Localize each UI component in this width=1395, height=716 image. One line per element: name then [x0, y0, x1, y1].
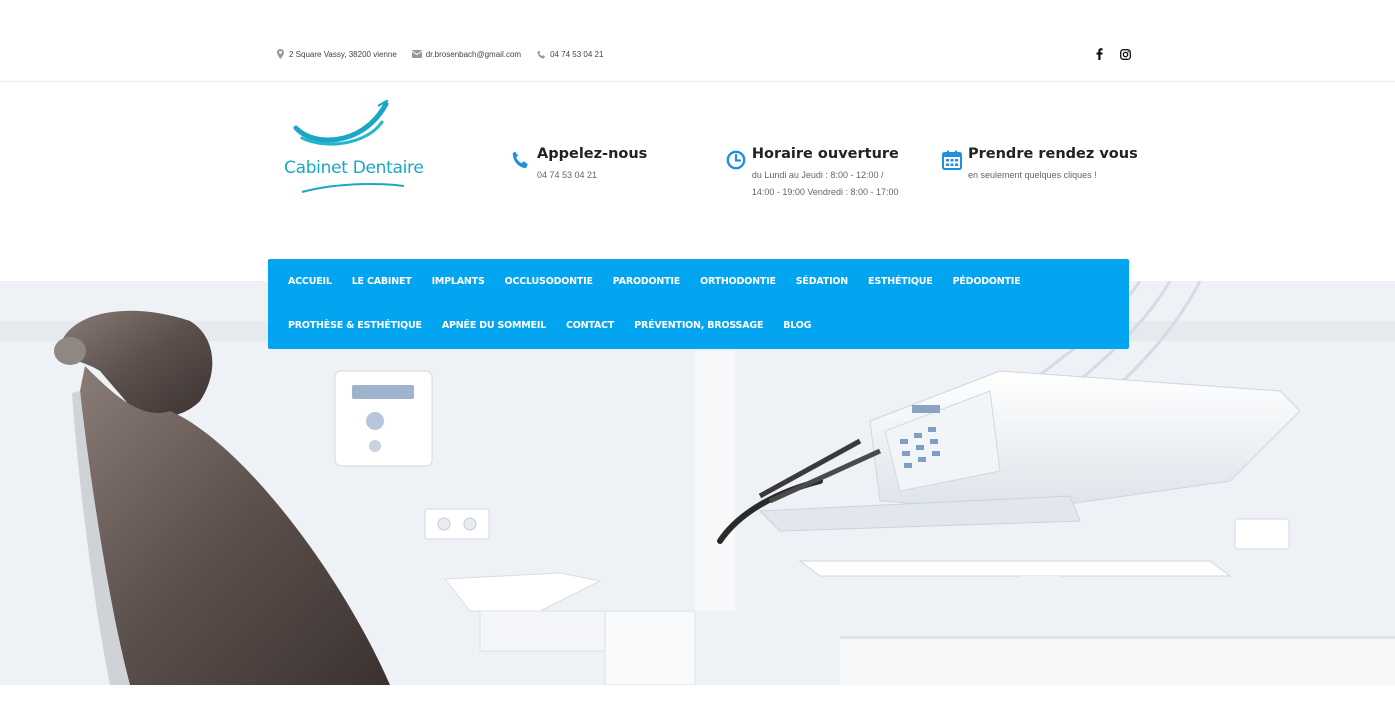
call-block: Appelez-nous 04 74 53 04 21 [511, 146, 647, 184]
call-phone[interactable]: 04 74 53 04 21 [537, 167, 647, 184]
site-logo[interactable]: Cabinet Dentaire [282, 99, 424, 200]
instagram-icon[interactable] [1118, 47, 1132, 61]
site-header: Cabinet Dentaire Appelez-nous 04 74 53 0… [0, 82, 1395, 282]
email-item[interactable]: dr.brosenbach@gmail.com [411, 49, 521, 59]
clock-icon [726, 150, 748, 172]
hours-text: du Lundi au Jeudi : 8:00 - 12:00 / 14:00… [751, 170, 899, 197]
nav-item-orthodontie[interactable]: ORTHODONTIE [690, 276, 786, 287]
hours-title: Horaire ouverture [751, 146, 899, 162]
nav-item-prothese-esthetique[interactable]: PROTHÈSE & ESTHÉTIQUE [278, 320, 432, 331]
address-text: 2 Square Vassy, 38200 vienne [289, 49, 397, 59]
phone-icon [511, 150, 533, 172]
appointment-title[interactable]: Prendre rendez vous [968, 146, 1138, 162]
email-text[interactable]: dr.brosenbach@gmail.com [426, 50, 521, 59]
tooth-smile-logo-icon [293, 99, 405, 193]
phone-icon [536, 49, 546, 59]
nav-row-2: PROTHÈSE & ESTHÉTIQUE APNÉE DU SOMMEIL C… [278, 303, 1119, 347]
main-navigation: ACCUEIL LE CABINET IMPLANTS OCCLUSODONTI… [268, 259, 1129, 349]
hours-block: Horaire ouverture du Lundi au Jeudi : 8:… [726, 146, 901, 201]
nav-item-blog[interactable]: BLOG [773, 320, 821, 331]
nav-item-apnee-du-sommeil[interactable]: APNÉE DU SOMMEIL [432, 320, 556, 331]
calendar-icon [942, 150, 964, 172]
facebook-icon[interactable] [1092, 47, 1106, 61]
nav-item-contact[interactable]: CONTACT [556, 320, 624, 331]
top-bar: 2 Square Vassy, 38200 vienne dr.brosenba… [0, 0, 1395, 82]
nav-item-implants[interactable]: IMPLANTS [422, 276, 495, 287]
nav-item-occlusodontie[interactable]: OCCLUSODONTIE [495, 276, 603, 287]
nav-item-pedodontie[interactable]: PÉDODONTIE [943, 276, 1031, 287]
appointment-block[interactable]: Prendre rendez vous en seulement quelque… [942, 146, 1138, 184]
phone-text[interactable]: 04 74 53 04 21 [550, 50, 603, 59]
nav-item-parodontie[interactable]: PARODONTIE [603, 276, 690, 287]
contact-info: 2 Square Vassy, 38200 vienne dr.brosenba… [275, 49, 618, 59]
nav-item-prevention-brossage[interactable]: PRÉVENTION, BROSSAGE [624, 320, 773, 331]
nav-item-sedation[interactable]: SÉDATION [786, 276, 858, 287]
appointment-text: en seulement quelques cliques ! [968, 170, 1097, 180]
social-links [1080, 47, 1132, 61]
nav-item-accueil[interactable]: ACCUEIL [278, 276, 342, 287]
call-title: Appelez-nous [537, 146, 648, 162]
address-item: 2 Square Vassy, 38200 vienne [275, 49, 397, 59]
envelope-icon [411, 49, 422, 59]
phone-item[interactable]: 04 74 53 04 21 [536, 49, 603, 59]
nav-item-esthetique[interactable]: ESTHÉTIQUE [858, 276, 943, 287]
map-marker-icon [275, 49, 285, 59]
logo-text: Cabinet Dentaire [284, 158, 424, 178]
nav-item-le-cabinet[interactable]: LE CABINET [342, 276, 422, 287]
nav-row-1: ACCUEIL LE CABINET IMPLANTS OCCLUSODONTI… [278, 259, 1119, 303]
